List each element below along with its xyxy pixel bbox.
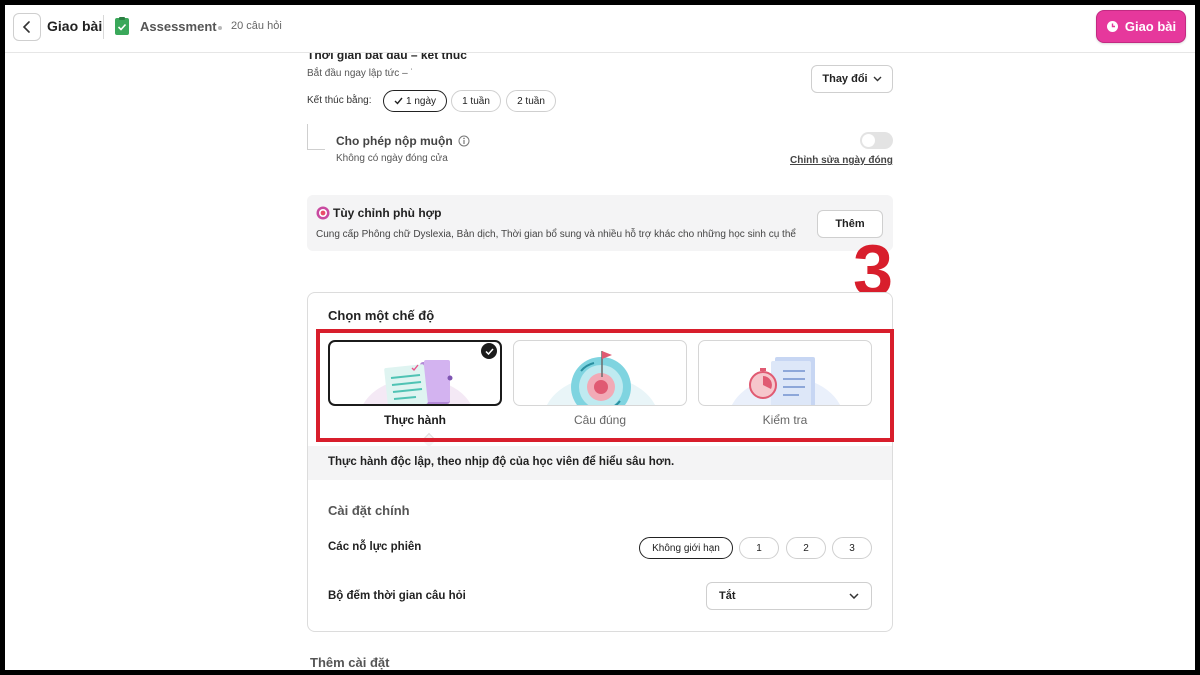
late-submission-sublabel: Không có ngày đóng cửa: [336, 153, 448, 164]
accommodations-icon: [316, 206, 330, 220]
change-button[interactable]: Thay đổi: [811, 65, 893, 93]
top-bar: Giao bài Assessment 20 câu hỏi Giao bài: [5, 5, 1195, 53]
attempts-option-label: 1: [756, 542, 762, 554]
end-option-label: 1 ngày: [405, 95, 437, 107]
end-option-2-weeks[interactable]: 2 tuần: [506, 90, 556, 112]
separator-dot: [218, 26, 222, 30]
question-timer-label: Bộ đếm thời gian câu hỏi: [328, 590, 466, 602]
end-option-1-day[interactable]: 1 ngày: [383, 90, 447, 112]
end-option-label: 1 tuần: [462, 95, 490, 107]
main-settings-heading: Cài đặt chính: [328, 503, 410, 518]
change-button-label: Thay đổi: [822, 73, 868, 85]
end-option-label: 2 tuần: [517, 95, 545, 107]
divider: [103, 15, 104, 39]
back-button[interactable]: [13, 13, 41, 41]
attempts-option-3[interactable]: 3: [832, 537, 872, 559]
mode-description: Thực hành độc lập, theo nhịp độ của học …: [328, 456, 675, 468]
chevron-down-icon: [849, 593, 859, 599]
late-submission-toggle[interactable]: [860, 132, 893, 149]
question-timer-select[interactable]: Tắt: [706, 582, 872, 610]
attempts-option-label: 3: [849, 542, 855, 554]
attempts-label: Các nỗ lực phiên: [328, 541, 422, 553]
accommodations-panel: [307, 195, 893, 251]
late-submission-label: Cho phép nộp muộn: [336, 134, 453, 148]
chevron-left-icon: [22, 21, 30, 33]
edit-close-date-link[interactable]: Chỉnh sửa ngày đóng: [790, 155, 893, 166]
app-frame: Giao bài Assessment 20 câu hỏi Giao bài …: [5, 5, 1195, 670]
attempts-option-1[interactable]: 1: [739, 537, 779, 559]
page-title: Giao bài: [47, 18, 103, 34]
clock-icon: [1106, 21, 1118, 32]
indent-connector: [307, 124, 325, 150]
attempts-option-unlimited[interactable]: Không giới hạn: [639, 537, 733, 559]
annotation-highlight-box: [316, 329, 894, 442]
chevron-down-icon: [873, 76, 882, 82]
assessment-icon: [115, 17, 129, 35]
info-icon[interactable]: [458, 135, 470, 147]
question-timer-value: Tắt: [719, 590, 736, 602]
attempts-option-label: Không giới hạn: [652, 542, 720, 554]
mode-heading: Chọn một chế độ: [328, 308, 435, 323]
end-by-label: Kết thúc bằng:: [307, 95, 372, 106]
assessment-label: Assessment: [140, 19, 217, 34]
add-button-label: Thêm: [835, 218, 865, 230]
question-count: 20 câu hỏi: [231, 20, 282, 32]
start-text: Bắt đầu ngay lập tức – ˙: [307, 68, 414, 79]
attempts-option-label: 2: [803, 542, 809, 554]
more-settings-heading: Thêm cài đặt: [310, 655, 390, 670]
accommodations-description: Cung cấp Phông chữ Dyslexia, Bản dịch, T…: [316, 229, 796, 240]
end-option-1-week[interactable]: 1 tuần: [451, 90, 501, 112]
accommodations-title: Tùy chỉnh phù hợp: [333, 206, 442, 220]
attempts-option-2[interactable]: 2: [786, 537, 826, 559]
assign-button-label: Giao bài: [1124, 19, 1177, 34]
check-icon: [394, 97, 403, 105]
assign-button[interactable]: Giao bài: [1096, 10, 1186, 43]
late-submission-row: Cho phép nộp muộn: [336, 134, 470, 148]
